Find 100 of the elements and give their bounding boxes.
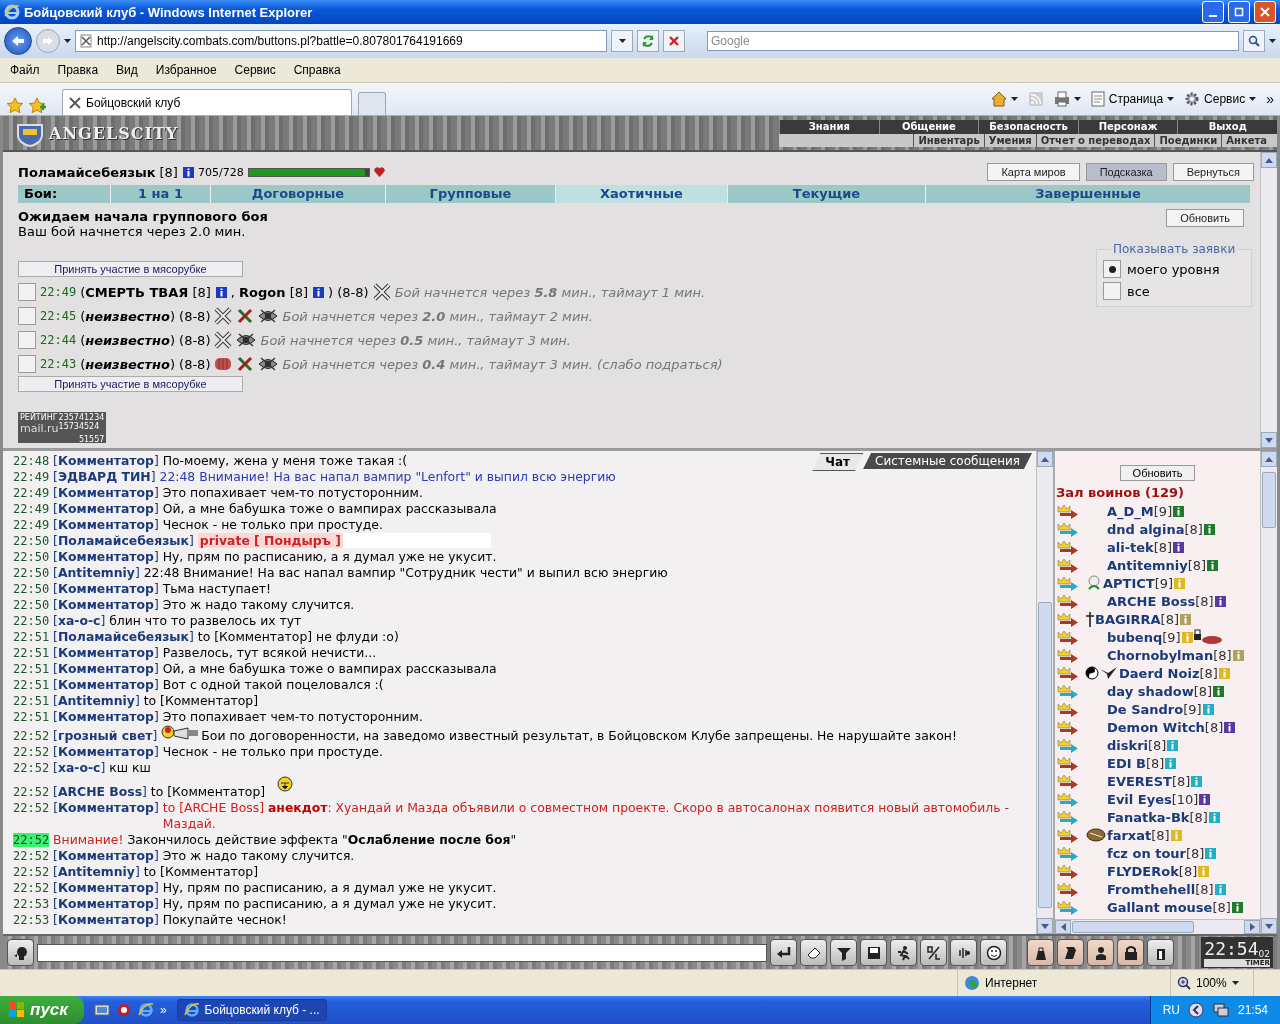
round-app-icon[interactable] — [115, 1002, 132, 1018]
head-button[interactable] — [7, 939, 34, 966]
user-name[interactable]: EVEREST[8] — [1107, 773, 1191, 789]
message-author[interactable]: [Комментатор] — [53, 744, 159, 759]
scrollbar[interactable] — [1260, 152, 1277, 448]
slash-button[interactable] — [920, 939, 947, 966]
user-name[interactable]: BAGIRRA[8] — [1095, 611, 1179, 627]
scroll-button[interactable] — [1057, 939, 1084, 966]
message-author[interactable]: [Комментатор] — [53, 501, 159, 516]
up-arrow-icon[interactable] — [1041, 456, 1049, 462]
home-button[interactable] — [990, 91, 1018, 107]
info-icon[interactable] — [1213, 685, 1225, 697]
user-name[interactable]: Daerd Noiz[8] — [1119, 665, 1218, 681]
radio-button[interactable] — [1103, 260, 1121, 278]
message-author[interactable]: [Комментатор] — [53, 581, 159, 596]
down-arrow-icon[interactable] — [1265, 923, 1273, 929]
user-name[interactable]: Antitemniy[8] — [1107, 557, 1207, 573]
radio-button[interactable] — [18, 283, 36, 301]
minimize-button[interactable] — [1202, 1, 1224, 23]
network-icon[interactable] — [1211, 1002, 1230, 1018]
chat-input-field[interactable] — [37, 943, 767, 962]
caret-icon[interactable] — [1269, 39, 1276, 43]
user-name[interactable]: farxat[8] — [1107, 827, 1170, 843]
caret-icon[interactable] — [1010, 97, 1018, 101]
runner-button[interactable] — [890, 939, 917, 966]
back-button[interactable] — [4, 27, 32, 55]
battle-tab[interactable]: Договорные — [210, 185, 385, 203]
message-author[interactable]: [Комментатор] — [53, 661, 159, 676]
user-name[interactable]: diskri[8] — [1107, 737, 1167, 753]
message-author[interactable]: [ARCHE Boss] — [53, 784, 147, 799]
radio-button[interactable] — [1103, 282, 1121, 300]
user-name[interactable]: De Sandro[9] — [1107, 701, 1202, 717]
message-author[interactable]: [Комментатор] — [53, 709, 159, 724]
left-arrow-icon[interactable] — [1060, 923, 1066, 931]
crown-arrow-icon[interactable] — [1057, 557, 1081, 573]
down-arrow-icon[interactable] — [1265, 437, 1273, 443]
radio-button[interactable] — [18, 355, 36, 373]
message-author[interactable]: [Комментатор] — [53, 645, 159, 660]
nav-link[interactable]: Анкета — [1221, 134, 1271, 147]
battle-tab[interactable]: Завершенные — [925, 185, 1250, 203]
radio-button[interactable] — [18, 331, 36, 349]
nav-link[interactable]: Отчет о переводах — [1035, 134, 1155, 147]
close-button[interactable] — [1254, 1, 1276, 23]
join-button[interactable]: Принять участие в мясорубке — [18, 376, 243, 392]
option-label[interactable]: моего уровня — [1127, 261, 1220, 277]
crown-arrow-icon[interactable] — [1057, 539, 1081, 555]
crown-arrow-icon[interactable] — [1057, 647, 1081, 663]
nav-button[interactable]: Подсказка — [1085, 163, 1167, 181]
user-name[interactable]: Fanatka-Bk[8] — [1107, 809, 1208, 825]
add-star-icon[interactable] — [28, 97, 46, 115]
bag-button[interactable] — [1027, 939, 1054, 966]
crown-arrow-icon[interactable] — [1057, 773, 1081, 789]
crown-arrow-icon[interactable] — [1057, 755, 1081, 771]
nav-button[interactable]: Вернуться — [1172, 163, 1254, 181]
user-name[interactable]: APTICT[9] — [1103, 575, 1174, 591]
message-author[interactable]: [Комментатор] — [53, 485, 159, 500]
command-button[interactable]: Страница — [1090, 91, 1175, 107]
crown-arrow-icon[interactable] — [1057, 863, 1081, 879]
up-arrow-icon[interactable] — [1265, 456, 1273, 462]
dropdown-button[interactable] — [611, 30, 633, 52]
message-author[interactable]: [Комментатор] — [53, 880, 159, 895]
battle-tab[interactable]: Текущие — [727, 185, 925, 203]
scrollbar-thumb[interactable] — [1072, 921, 1194, 933]
info-icon[interactable] — [1199, 793, 1211, 805]
up-arrow-icon[interactable] — [1265, 157, 1273, 163]
crown-arrow-icon[interactable] — [1057, 881, 1081, 897]
menu-item[interactable]: Правка — [57, 63, 99, 77]
user-name[interactable]: Chornobylman[8] — [1107, 647, 1232, 663]
caret-icon[interactable] — [1249, 97, 1257, 101]
horizontal-scrollbar[interactable] — [1055, 919, 1260, 934]
stop-button[interactable] — [663, 30, 685, 52]
floppy-button[interactable] — [860, 939, 887, 966]
crown-arrow-icon[interactable] — [1057, 611, 1081, 627]
caret-icon[interactable] — [1167, 97, 1175, 101]
user-name[interactable]: A_D_M[9] — [1107, 503, 1173, 519]
scrollbar-thumb[interactable] — [1262, 472, 1276, 529]
funnel-button[interactable] — [830, 939, 857, 966]
info-icon[interactable] — [1173, 541, 1185, 553]
user-name[interactable]: ARCHE Boss[8] — [1107, 593, 1214, 609]
message-author[interactable]: [ха-о-с] — [53, 613, 106, 628]
user-name[interactable]: Gallant mouse[8] — [1107, 899, 1231, 915]
message-author[interactable]: [Комментатор] — [53, 517, 159, 532]
caret-icon[interactable] — [1231, 981, 1239, 985]
nav-button[interactable]: Карта миров — [987, 163, 1080, 181]
desktop-icon[interactable] — [93, 1002, 110, 1018]
browser-icon[interactable] — [183, 1002, 200, 1018]
chat-tab[interactable]: Чат — [812, 453, 864, 471]
user-name[interactable]: Fromthehell[8] — [1107, 881, 1214, 897]
user-name[interactable]: Evil Eyes[10] — [1107, 791, 1199, 807]
crown-arrow-icon[interactable] — [1057, 503, 1081, 519]
menu-item[interactable]: Избранное — [155, 63, 217, 77]
caret-icon[interactable] — [618, 39, 626, 43]
nav-link[interactable]: Умения — [983, 134, 1036, 147]
crown-arrow-icon[interactable] — [1057, 665, 1081, 681]
info-icon[interactable] — [313, 286, 325, 298]
refresh-button[interactable] — [637, 30, 659, 52]
crown-arrow-icon[interactable] — [1057, 629, 1081, 645]
star-icon[interactable] — [6, 97, 24, 115]
info-icon[interactable] — [1231, 901, 1243, 913]
crown-arrow-icon[interactable] — [1057, 701, 1081, 717]
